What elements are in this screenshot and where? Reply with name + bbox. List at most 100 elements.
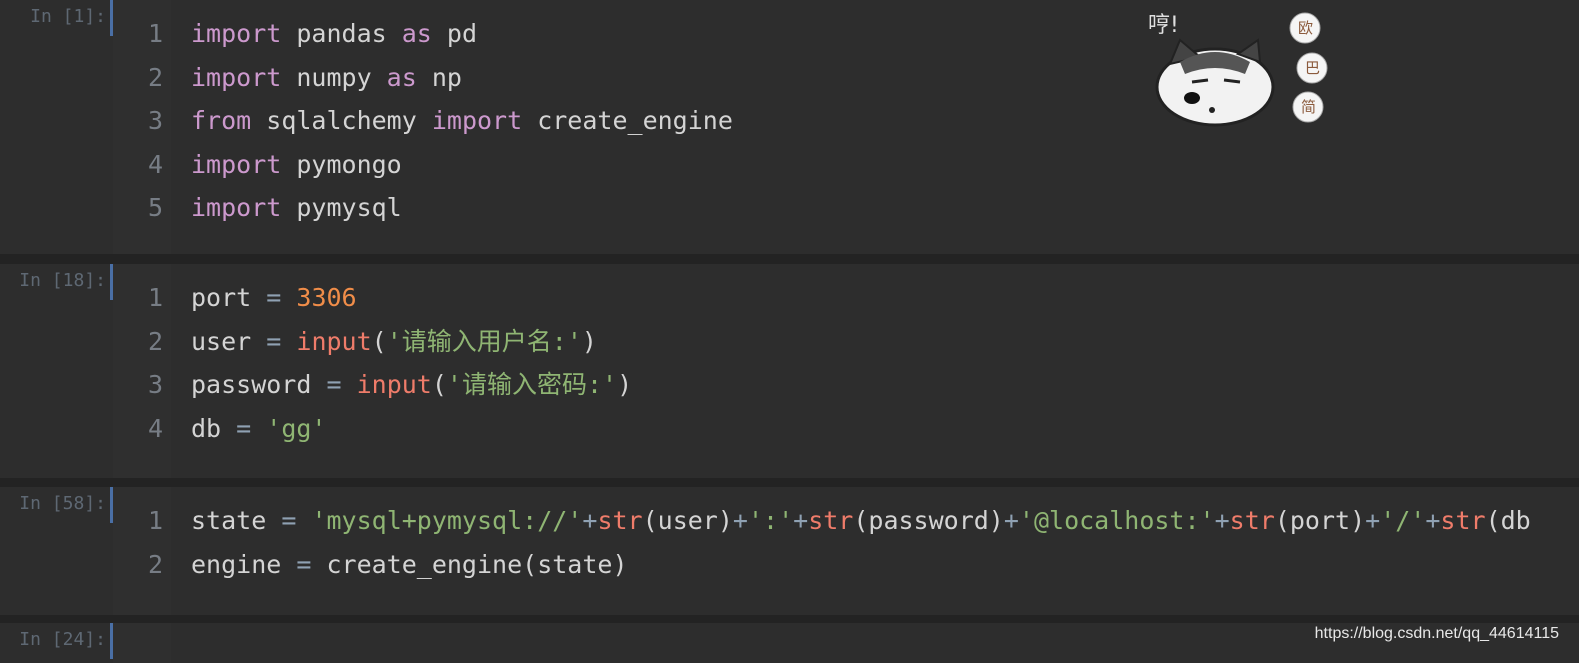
code-text: from sqlalchemy import create_engine	[191, 99, 733, 143]
svg-text:巴: 巴	[1305, 59, 1320, 77]
code-token: +	[582, 506, 598, 535]
code-token: +	[1003, 506, 1019, 535]
line-number-gutter	[113, 623, 171, 663]
code-line[interactable]: 3 from sqlalchemy import create_engine	[113, 99, 1579, 143]
code-token: (	[371, 326, 387, 356]
code-token: +	[1214, 506, 1230, 535]
code-token: +	[793, 506, 809, 535]
code-token: input	[296, 326, 372, 356]
code-text: import pandas as pd	[191, 12, 477, 56]
code-token: '请输入用户名:'	[386, 326, 582, 356]
code-token: pymysql	[281, 193, 402, 223]
code-line[interactable]: 3 password = input('请输入密码:')	[113, 363, 1579, 407]
code-token: 'mysql+pymysql://'	[311, 506, 583, 535]
code-token: numpy	[281, 62, 387, 92]
line-number: 2	[147, 549, 163, 579]
code-line[interactable]: 4 db = 'gg'	[113, 407, 1579, 451]
code-token: +	[1425, 506, 1441, 535]
husky-sticker: 哼! 欧 巴 简	[1148, 12, 1328, 127]
code-line[interactable]: 4 import pymongo	[113, 143, 1579, 187]
code-token: engine	[191, 549, 297, 579]
code-token: +	[1365, 506, 1381, 535]
code-token: sqlalchemy	[251, 106, 432, 136]
sticker-side-text: 欧 巴 简	[1289, 12, 1328, 123]
code-token: as	[401, 19, 432, 48]
code-editor[interactable]: 1 state = 'mysql+pymysql://'+str(user)+':…	[113, 499, 1579, 586]
code-line[interactable]: 2 user = input('请输入用户名:')	[113, 320, 1579, 364]
code-token: )	[617, 370, 633, 400]
code-token: port	[191, 283, 267, 312]
cell-prompt: In [58]:	[19, 493, 106, 514]
code-token: (user)	[642, 506, 733, 535]
watermark-url: https://blog.csdn.net/qq_44614115	[1314, 625, 1559, 642]
code-token: import	[191, 62, 282, 92]
code-token: import	[431, 106, 523, 136]
code-line[interactable]: 1 port = 3306	[113, 276, 1579, 320]
code-token: str	[1229, 506, 1275, 535]
code-token: import	[191, 19, 282, 48]
code-text: engine = create_engine(state)	[191, 543, 628, 587]
code-text: db = 'gg'	[191, 407, 327, 451]
line-number: 1	[147, 283, 163, 312]
code-token: pandas	[281, 19, 402, 48]
line-number: 5	[147, 193, 163, 223]
code-text: import numpy as np	[191, 56, 462, 100]
code-editor[interactable]: 1 import pandas as pd 2 import numpy as np 3…	[113, 12, 1579, 230]
code-token: '@localhost:'	[1018, 506, 1215, 535]
code-token: state	[191, 506, 282, 535]
line-number: 2	[147, 326, 163, 356]
svg-text:欧: 欧	[1298, 19, 1313, 37]
code-token: (port)	[1274, 506, 1366, 535]
cell-prompt: In [18]:	[19, 270, 106, 291]
code-line[interactable]: 5 import pymysql	[113, 186, 1579, 230]
code-token: db	[191, 413, 237, 443]
code-token: import	[191, 149, 282, 179]
cell-prompt: In [24]:	[19, 629, 106, 650]
code-text: import pymysql	[191, 186, 402, 230]
code-token: =	[266, 326, 282, 356]
code-text: state = 'mysql+pymysql://'+str(user)+':'…	[191, 499, 1531, 543]
line-number: 2	[147, 62, 163, 92]
code-line[interactable]: 1 import pandas as pd	[113, 12, 1579, 56]
code-line[interactable]: 2 import numpy as np	[113, 56, 1579, 100]
code-token: =	[281, 506, 297, 535]
cell-1[interactable]: In [1]: 1 import pandas as pd 2 import nump…	[0, 0, 1579, 254]
code-token: (	[431, 370, 447, 400]
code-token: '/'	[1380, 506, 1426, 535]
line-number: 1	[147, 506, 163, 535]
code-token: 'gg'	[266, 413, 327, 443]
code-token: '请输入密码:'	[446, 370, 618, 400]
code-token: =	[236, 413, 252, 443]
code-token: 3306	[296, 283, 357, 312]
cell-18[interactable]: In [18]: 1 port = 3306 2 user = input('请输入用…	[0, 264, 1579, 478]
line-number: 4	[147, 149, 163, 179]
code-text: user = input('请输入用户名:')	[191, 320, 597, 364]
code-token: (password)	[853, 506, 1004, 535]
code-token: user	[191, 326, 267, 356]
code-text: password = input('请输入密码:')	[191, 363, 632, 407]
code-editor[interactable]: 1 port = 3306 2 user = input('请输入用户名:') 3 pas…	[113, 276, 1579, 450]
code-line[interactable]: 2 engine = create_engine(state)	[113, 543, 1579, 587]
code-token: create_engine	[522, 106, 733, 136]
svg-text:简: 简	[1301, 98, 1316, 116]
code-line[interactable]: 1 state = 'mysql+pymysql://'+str(user)+':…	[113, 499, 1579, 543]
line-number: 3	[147, 106, 163, 136]
code-token: str	[808, 506, 854, 535]
line-number: 4	[147, 413, 163, 443]
code-token: pd	[431, 19, 477, 48]
code-token: str	[597, 506, 643, 535]
code-text: import pymongo	[191, 143, 402, 187]
code-token: =	[296, 549, 312, 579]
code-token: np	[416, 62, 462, 92]
cell-prompt: In [1]:	[30, 6, 106, 27]
cell-58[interactable]: In [58]: 1 state = 'mysql+pymysql://'+str…	[0, 487, 1579, 615]
code-token: +	[732, 506, 748, 535]
code-token: pymongo	[281, 149, 402, 179]
code-text: port = 3306	[191, 276, 357, 320]
code-token: =	[266, 283, 282, 312]
line-number: 3	[147, 370, 163, 400]
